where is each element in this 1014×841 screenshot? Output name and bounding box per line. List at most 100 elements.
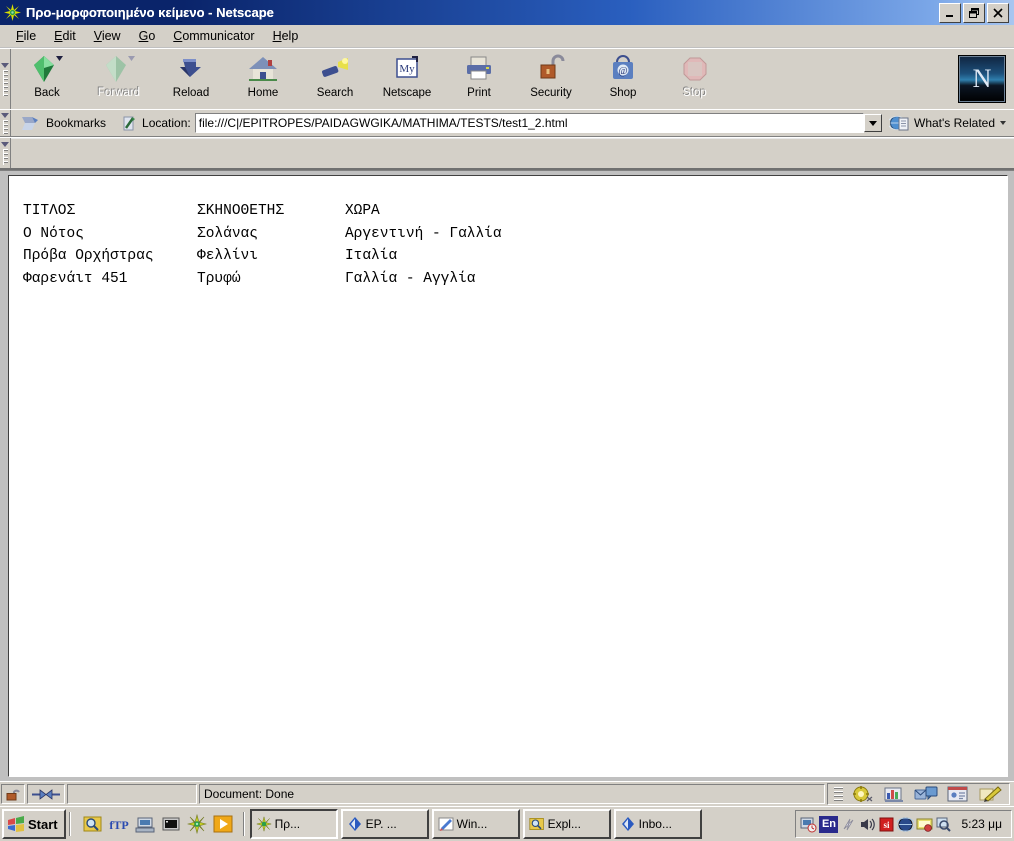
composer-pencil-icon[interactable] — [978, 785, 1004, 803]
whats-related-button[interactable]: What's Related — [883, 114, 1014, 133]
messenger-mail-icon[interactable] — [914, 785, 940, 803]
taskbar-separator-2 — [242, 812, 247, 836]
forward-button[interactable]: Forward — [83, 49, 155, 109]
house-icon — [246, 53, 280, 85]
menu-item-file[interactable]: File — [7, 27, 45, 45]
task-button-netscape-composer[interactable]: Πρ... — [249, 809, 338, 839]
location-bar: Bookmarks Location: file:///C|/EPITROPES… — [0, 109, 1014, 137]
search-button[interactable]: Search — [299, 49, 371, 109]
green-diamond-left-icon — [30, 53, 64, 85]
my-netscape-icon: My — [390, 53, 424, 85]
task-button-inbox[interactable]: Inbo... — [613, 809, 702, 839]
security-button[interactable]: Security — [515, 49, 587, 109]
composer-chart-icon[interactable] — [882, 785, 908, 803]
globe-page-icon — [887, 114, 911, 133]
status-message: Document: Done — [199, 784, 825, 804]
url-dropdown-button[interactable] — [864, 114, 882, 132]
address-book-icon[interactable] — [946, 785, 972, 803]
speaker-icon[interactable] — [859, 816, 876, 833]
netscape-browser-window: Προ-μορφοποιημένο κείμενο - Netscape Fil… — [0, 0, 1014, 841]
start-label: Start — [28, 816, 58, 832]
preformatted-document-text: ΤΙΤΛΟΣ ΣΚΗΝΟΘΕΤΗΣ ΧΩΡΑ Ο Νότος Σολάνας Α… — [23, 203, 502, 288]
ftp-icon[interactable]: fTP — [109, 814, 129, 834]
green-diamond-right-icon — [102, 53, 136, 85]
close-button[interactable] — [987, 2, 1009, 23]
clock-task-icon[interactable] — [800, 816, 817, 833]
menu-item-go[interactable]: Go — [130, 27, 165, 45]
location-collapse-handle[interactable] — [0, 110, 11, 136]
start-button[interactable]: Start — [2, 809, 66, 839]
console-icon[interactable] — [161, 814, 181, 834]
monitor-icon[interactable] — [916, 816, 933, 833]
computer-icon[interactable] — [135, 814, 155, 834]
task-label: Win... — [456, 817, 488, 831]
task-button-ep[interactable]: EP. ... — [340, 809, 429, 839]
windows-flag-icon — [7, 815, 25, 833]
personal-toolbar-body — [11, 138, 1014, 168]
print-button[interactable]: Print — [443, 49, 515, 109]
taskbar-separator-1 — [68, 812, 73, 836]
netscape-composer-icon[interactable] — [186, 813, 207, 835]
home-button[interactable]: Home — [227, 49, 299, 109]
menu-help-rest: elp — [281, 29, 299, 43]
open-padlock-icon — [534, 53, 568, 85]
printer-icon — [462, 53, 496, 85]
title-bar[interactable]: Προ-μορφοποιημένο κείμενο - Netscape — [0, 0, 1014, 25]
url-field-wrapper[interactable]: file:///C|/EPITROPES/PAIDAGWGIKA/MATHIMA… — [194, 113, 864, 133]
menu-item-help[interactable]: Help — [264, 27, 308, 45]
home-label: Home — [247, 87, 279, 99]
search-label: Search — [316, 87, 354, 99]
globe-icon[interactable] — [896, 816, 916, 833]
netscape-logo-icon[interactable]: N — [958, 55, 1006, 103]
minimize-button[interactable] — [939, 2, 961, 23]
bookmark-ribbon-icon[interactable] — [19, 114, 43, 133]
component-bar-grip[interactable] — [834, 787, 843, 801]
clock-time[interactable]: 5:23 μμ — [954, 817, 1007, 831]
menu-go-rest: o — [148, 29, 156, 43]
status-bar: Document: Done — [0, 781, 1014, 806]
stop-label: Stop — [683, 87, 707, 99]
shop-label: Shop — [609, 87, 637, 99]
play-triangle-icon[interactable] — [213, 814, 233, 834]
task-label: Πρ... — [274, 817, 301, 831]
restore-button[interactable] — [963, 2, 985, 23]
reload-button[interactable]: Reload — [155, 49, 227, 109]
window-title: Προ-μορφοποιημένο κείμενο - Netscape — [26, 5, 274, 20]
personal-toolbar-collapse-handle[interactable] — [0, 138, 11, 168]
reload-arrow-icon — [174, 53, 208, 85]
task-label: Inbo... — [638, 817, 672, 831]
progress-bar — [67, 784, 197, 804]
toolbar-collapse-handle[interactable] — [0, 49, 11, 109]
power-plug-icon[interactable] — [840, 816, 857, 833]
task-button-win[interactable]: Win... — [431, 809, 520, 839]
component-bar — [827, 783, 1010, 805]
menu-view-rest: iew — [101, 29, 121, 43]
shop-button[interactable]: @ Shop — [587, 49, 659, 109]
network-connection-indicator[interactable] — [27, 784, 65, 804]
menu-bar: File Edit View Go Communicator Help — [0, 25, 1014, 48]
netscape-button[interactable]: My Netscape — [371, 49, 443, 109]
flashlight-icon — [318, 53, 352, 85]
language-indicator[interactable]: En — [819, 815, 839, 833]
findfast-icon[interactable] — [935, 816, 952, 833]
stop-button[interactable]: Stop — [659, 49, 731, 109]
magnifier-folder-icon[interactable] — [83, 814, 103, 834]
back-button[interactable]: Back — [11, 49, 83, 109]
personal-toolbar — [0, 137, 1014, 170]
shield-red-icon[interactable]: si — [878, 816, 895, 833]
task-button-explorer[interactable]: Expl... — [522, 809, 611, 839]
security-lock-indicator[interactable] — [1, 784, 25, 804]
task-buttons: Πρ... EP. ... Win... Expl... Inbo... — [249, 809, 796, 839]
page-viewport[interactable]: ΤΙΤΛΟΣ ΣΚΗΝΟΘΕΤΗΣ ΧΩΡΑ Ο Νότος Σολάνας Α… — [8, 175, 1008, 777]
magnifier-folder-icon — [529, 816, 545, 832]
quick-launch-bar: fTP — [76, 813, 240, 835]
menu-item-view[interactable]: View — [85, 27, 130, 45]
shopping-bag-icon: @ — [606, 53, 640, 85]
url-input[interactable]: file:///C|/EPITROPES/PAIDAGWGIKA/MATHIMA… — [196, 116, 863, 130]
menu-item-edit[interactable]: Edit — [45, 27, 85, 45]
navigator-wheel-icon[interactable] — [850, 785, 876, 803]
menu-file-rest: ile — [23, 29, 37, 43]
bookmarks-label[interactable]: Bookmarks — [46, 116, 106, 130]
svg-text:My: My — [399, 63, 415, 75]
menu-item-communicator[interactable]: Communicator — [164, 27, 263, 45]
